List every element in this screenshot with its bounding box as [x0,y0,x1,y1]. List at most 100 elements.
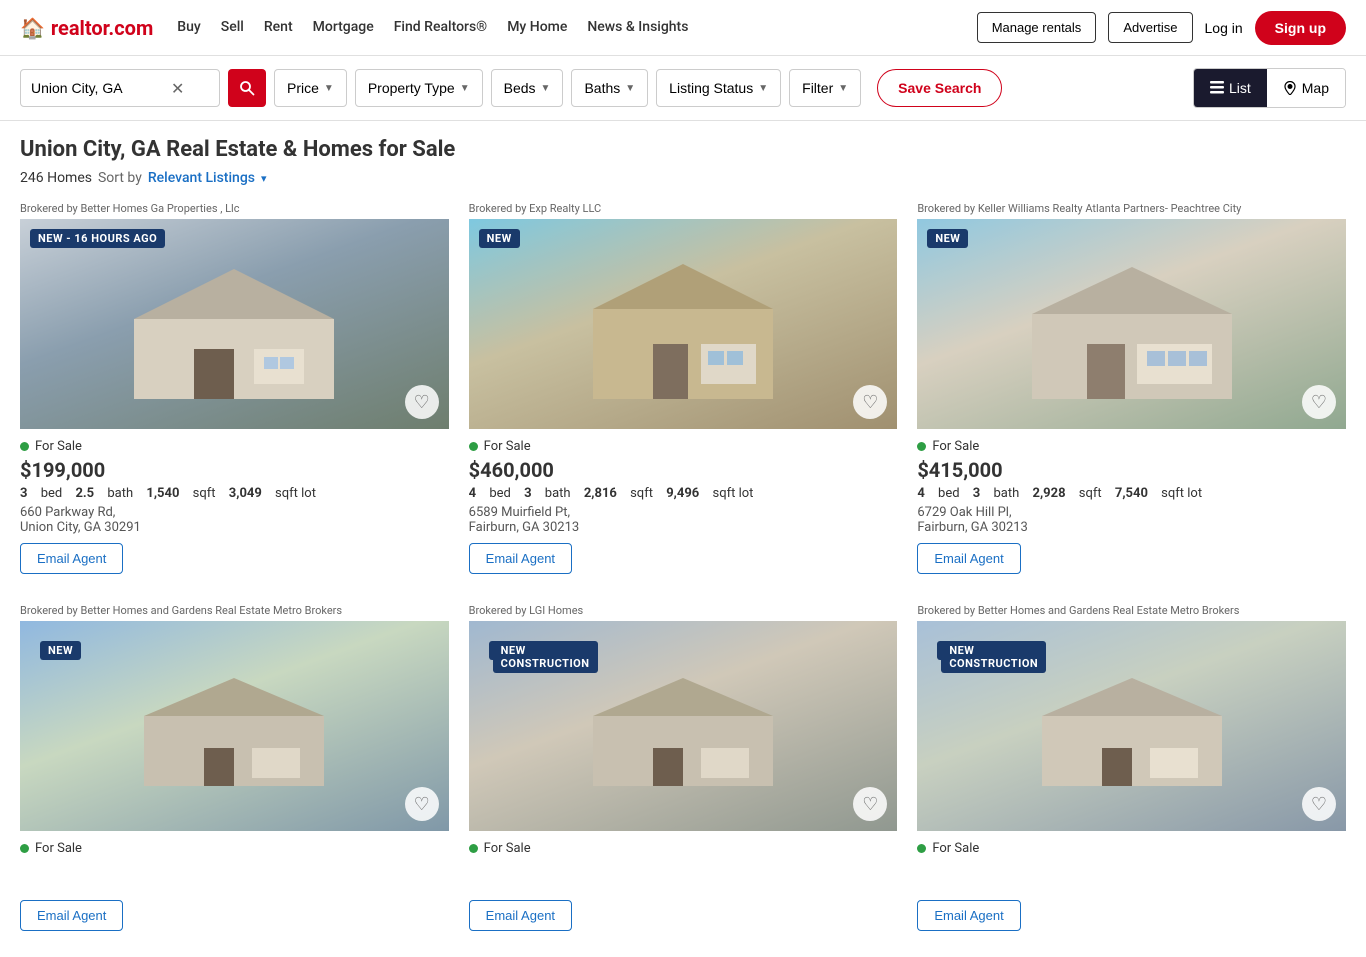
listing-badge-new: NEW [479,229,520,248]
listing-details: 4 bed 3 bath 2,816 sqft 9,496 sqft lot [469,486,898,501]
list-view-button[interactable]: List [1194,69,1267,107]
status-text: For Sale [932,841,979,856]
listing-status-filter-button[interactable]: Listing Status ▼ [656,69,781,107]
favorite-button[interactable]: ♡ [1302,787,1336,821]
listing-card[interactable]: Brokered by Better Homes and Gardens Rea… [917,604,1346,941]
listing-price: $460,000 [469,458,898,482]
nav-right: Manage rentals Advertise Log in Sign up [977,11,1346,45]
nav-my-home[interactable]: My Home [507,19,567,37]
lot-value: 3,049 [229,486,262,501]
listing-image-wrap: NEW - 16 HOURS AGO ♡ [20,219,449,429]
baths-chevron-icon: ▼ [625,83,635,94]
status-text: For Sale [932,439,979,454]
listing-image-wrap: NEW NEW CONSTRUCTION ♡ [917,621,1346,831]
results-bar: 246 Homes Sort by Relevant Listings ▾ [20,170,1346,186]
favorite-button[interactable]: ♡ [405,787,439,821]
map-view-button[interactable]: Map [1267,69,1345,107]
sort-relevant-link[interactable]: Relevant Listings [148,170,255,186]
email-agent-button[interactable]: Email Agent [20,543,123,574]
listing-price: $415,000 [917,458,1346,482]
status-dot [20,442,29,451]
listing-address: 660 Parkway Rd, Union City, GA 30291 [20,505,449,535]
email-agent-button[interactable]: Email Agent [917,900,1020,931]
location-search-wrap: ✕ [20,69,220,107]
beds-chevron-icon: ▼ [541,83,551,94]
listing-image-wrap: NEW NEW CONSTRUCTION ♡ [469,621,898,831]
price-filter-button[interactable]: Price ▼ [274,69,347,107]
nav-news-insights[interactable]: News & Insights [587,19,688,37]
property-type-filter-button[interactable]: Property Type ▼ [355,69,483,107]
email-agent-button[interactable]: Email Agent [20,900,123,931]
logo-house-icon: 🏠 [20,16,45,40]
listing-details: 4 bed 3 bath 2,928 sqft 7,540 sqft lot [917,486,1346,501]
nav-rent[interactable]: Rent [264,19,293,37]
search-submit-button[interactable] [228,69,266,107]
nav-sell[interactable]: Sell [221,19,244,37]
listing-info: For Sale $199,000 3 bed 2.5 bath 1,540 s… [20,429,449,584]
logo[interactable]: 🏠 realtor.com [20,16,153,40]
filter-chevron-icon: ▼ [838,83,848,94]
search-clear-icon[interactable]: ✕ [171,79,184,98]
page-content: Union City, GA Real Estate & Homes for S… [0,121,1366,957]
listing-card[interactable]: Brokered by Keller Williams Realty Atlan… [917,202,1346,584]
nav-find-realtors[interactable]: Find Realtors® [394,19,487,37]
listing-info: For Sale Email Agent [917,831,1346,941]
listing-card[interactable]: Brokered by Better Homes Ga Properties ,… [20,202,449,584]
beds-filter-button[interactable]: Beds ▼ [491,69,564,107]
price-filter-label: Price [287,80,319,96]
status-dot [917,442,926,451]
favorite-button[interactable]: ♡ [1302,385,1336,419]
listing-card[interactable]: Brokered by Better Homes and Gardens Rea… [20,604,449,941]
listing-status-filter-label: Listing Status [669,80,753,96]
map-view-label: Map [1302,80,1329,96]
status-text: For Sale [484,439,531,454]
advertise-button[interactable]: Advertise [1108,12,1192,43]
beds-filter-label: Beds [504,80,536,96]
baths-filter-button[interactable]: Baths ▼ [571,69,648,107]
broker-credit: Brokered by Better Homes and Gardens Rea… [20,604,449,617]
signup-button[interactable]: Sign up [1255,11,1346,45]
baths-filter-label: Baths [584,80,620,96]
listing-info: For Sale $415,000 4 bed 3 bath 2,928 sqf… [917,429,1346,584]
broker-credit: Brokered by LGI Homes [469,604,898,617]
email-agent-button[interactable]: Email Agent [917,543,1020,574]
manage-rentals-button[interactable]: Manage rentals [977,12,1097,43]
listing-details: 3 bed 2.5 bath 1,540 sqft 3,049 sqft lot [20,486,449,501]
email-agent-button[interactable]: Email Agent [469,900,572,931]
status-text: For Sale [484,841,531,856]
broker-credit: Brokered by Exp Realty LLC [469,202,898,215]
sort-by-label: Sort by [98,170,142,186]
search-icon [239,80,255,96]
property-type-filter-label: Property Type [368,80,455,96]
list-view-label: List [1229,80,1251,96]
listings-grid: Brokered by Better Homes Ga Properties ,… [20,202,1346,941]
listing-card[interactable]: Brokered by Exp Realty LLC NEW ♡ [469,202,898,584]
favorite-button[interactable]: ♡ [405,385,439,419]
filter-button[interactable]: Filter ▼ [789,69,861,107]
listing-badge-new-construction: NEW CONSTRUCTION [493,641,598,673]
broker-credit: Brokered by Better Homes Ga Properties ,… [20,202,449,215]
listing-badge-new: NEW - 16 HOURS AGO [30,229,165,248]
listing-address: 6729 Oak Hill Pl, Fairburn, GA 30213 [917,505,1346,535]
email-agent-button[interactable]: Email Agent [469,543,572,574]
login-button[interactable]: Log in [1205,20,1243,36]
page-title: Union City, GA Real Estate & Homes for S… [20,137,1346,162]
nav-links: Buy Sell Rent Mortgage Find Realtors® My… [177,19,952,37]
logo-text: realtor.com [51,16,153,40]
address-line2: Union City, GA 30291 [20,520,141,535]
save-search-button[interactable]: Save Search [877,69,1002,107]
nav-mortgage[interactable]: Mortgage [313,19,374,37]
property-type-chevron-icon: ▼ [460,83,470,94]
listing-card[interactable]: Brokered by LGI Homes NEW NEW CONSTRUCTI… [469,604,898,941]
listing-info: For Sale Email Agent [469,831,898,941]
broker-credit: Brokered by Keller Williams Realty Atlan… [917,202,1346,215]
location-search-input[interactable] [31,80,171,96]
status-dot [469,844,478,853]
address-line1: 660 Parkway Rd, [20,505,115,520]
listing-price: $199,000 [20,458,449,482]
nav-buy[interactable]: Buy [177,19,200,37]
baths-value: 2.5 [75,486,94,501]
listing-info: For Sale Email Agent [20,831,449,941]
listing-info: For Sale $460,000 4 bed 3 bath 2,816 sqf… [469,429,898,584]
navbar: 🏠 realtor.com Buy Sell Rent Mortgage Fin… [0,0,1366,56]
